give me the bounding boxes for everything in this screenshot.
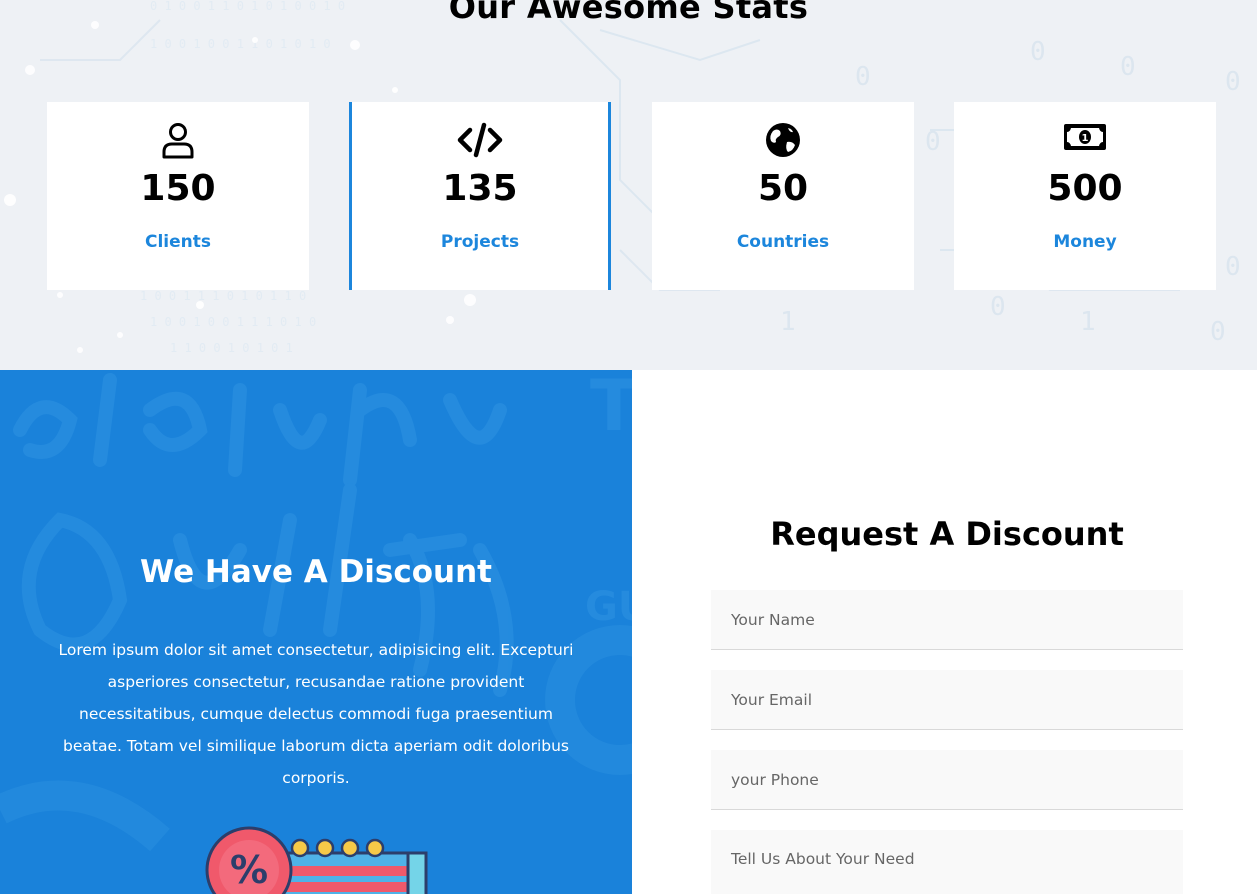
svg-text:0: 0 [855,62,871,92]
stat-card-countries: 50 Countries [652,102,914,290]
svg-text:%: % [230,848,268,892]
svg-text:GU: GU [585,584,632,630]
svg-text:1 0 0 1 0 0 1 1 1 0 1 0: 1 0 0 1 0 0 1 1 1 0 1 0 [150,315,316,329]
stat-label: Projects [440,232,520,252]
stat-value: 50 [757,168,809,209]
discount-description: Lorem ipsum dolor sit amet consectetur, … [58,641,574,787]
stat-value: 135 [442,168,518,209]
stats-title: Our Awesome Stats [448,0,809,26]
stat-label: Clients [144,232,211,252]
user-icon [162,123,194,159]
svg-text:1 0 0 1 1 1 0 1 0 1 1 0: 1 0 0 1 1 1 0 1 0 1 1 0 [140,289,306,303]
svg-text:1 0 0 1 0 0 1 1 0 1 0 1 0: 1 0 0 1 0 0 1 1 0 1 0 1 0 [150,37,331,51]
email-field[interactable] [711,670,1183,730]
discount-background-pattern: T GU [0,370,632,852]
name-field[interactable] [711,590,1183,650]
svg-text:1: 1 [1080,307,1096,337]
svg-text:0: 0 [1030,37,1046,67]
stat-value: 500 [1047,168,1123,209]
discount-percent-illustration: % [205,826,428,894]
svg-text:1 1 0 0 1 0 1 0 1: 1 1 0 0 1 0 1 0 1 [170,341,293,355]
stat-label: Money [1053,232,1117,252]
request-discount-section: Request A Discount [632,370,1257,894]
stats-section: 0 1 0 0 1 1 0 1 0 1 0 0 1 0 1 0 0 1 0 0 … [0,0,1257,370]
globe-icon [766,123,800,157]
money-bill-icon: 1 [1064,124,1106,150]
phone-field[interactable] [711,750,1183,810]
stat-label: Countries [736,232,830,252]
stat-card-projects: 135 Projects [349,102,611,290]
svg-text:0: 0 [925,127,941,157]
need-textarea[interactable] [711,830,1183,894]
svg-text:0: 0 [1225,252,1241,282]
svg-text:1: 1 [780,307,796,337]
svg-text:0: 0 [990,292,1006,322]
code-icon [457,122,503,158]
svg-text:0: 0 [1210,317,1226,347]
discount-section: T GU We Have A Discount Lorem ipsum dolo… [0,370,632,894]
stat-card-clients: 150 Clients [47,102,309,290]
stat-card-money: 1 500 Money [954,102,1216,290]
svg-text:0: 0 [1120,52,1136,82]
svg-text:1: 1 [1082,133,1089,144]
stat-value: 150 [140,168,216,209]
svg-text:0: 0 [1225,67,1241,97]
request-title: Request A Discount [770,515,1124,553]
discount-title: We Have A Discount [139,554,493,590]
svg-text:T: T [590,370,632,447]
